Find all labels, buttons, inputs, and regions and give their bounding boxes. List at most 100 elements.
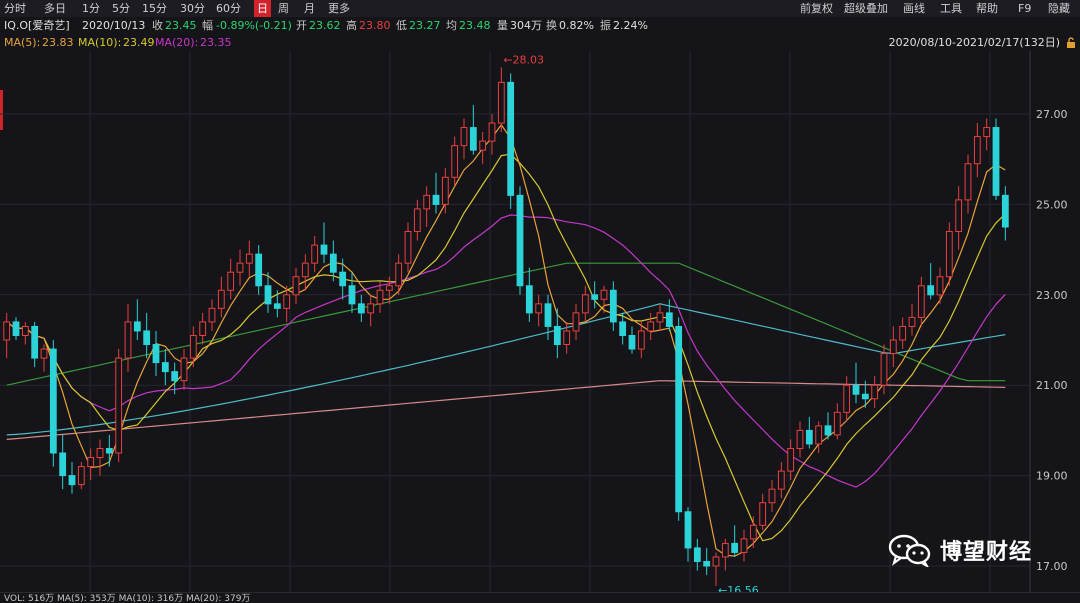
tool-menu-4[interactable]: 帮助 — [976, 0, 998, 17]
candle-body — [348, 285, 356, 305]
candle-body — [721, 542, 729, 558]
amplitude-caption: 振 — [600, 19, 611, 32]
candle-body — [899, 325, 907, 341]
candle-body — [376, 289, 384, 305]
candle-body — [684, 511, 692, 549]
candle-body — [217, 289, 225, 309]
period-tab-8[interactable]: 周 — [278, 0, 289, 17]
candle-body — [525, 285, 533, 314]
candle-body — [843, 384, 851, 413]
candle-body — [861, 393, 869, 400]
candle-body — [96, 447, 104, 459]
candle-body — [3, 321, 11, 341]
tool-menu-0[interactable]: 前复权 — [800, 0, 833, 17]
turnover-caption: 换 — [546, 19, 557, 32]
candle-body — [833, 411, 841, 436]
candle-body — [40, 348, 48, 359]
candle-body — [703, 560, 711, 567]
volume-value: 304万 — [510, 19, 542, 32]
y-tick-label: 27.00 — [1036, 108, 1068, 121]
candle-body — [927, 285, 935, 296]
candlestick-chart: 27.00 25.00 23.00 21.00 19.00 17.00 ←28.03 ←16.… — [0, 51, 1068, 592]
volume-indicator-bar: VOL: 516万 MA(5): 353万 MA(10): 316万 MA(20… — [0, 592, 1080, 603]
date-range-label: 2020/08/10-2021/02/17(132日) — [888, 36, 1060, 49]
period-tab-4[interactable]: 15分 — [142, 0, 167, 17]
candle-body — [77, 466, 85, 486]
period-tab-6[interactable]: 60分 — [216, 0, 241, 17]
candle-body — [964, 163, 972, 201]
candle-body — [516, 194, 524, 287]
ma10-caption: MA(10): — [78, 36, 122, 49]
candle-body — [675, 325, 683, 513]
period-tab-7[interactable]: 日 — [254, 0, 271, 17]
candle-body — [591, 294, 599, 300]
ma5-caption: MA(5): — [4, 36, 41, 49]
avg-caption: 均 — [446, 19, 457, 32]
wechat-icon — [888, 534, 931, 567]
candle-body — [749, 524, 757, 540]
candle-body — [535, 303, 543, 314]
candle-body — [628, 334, 636, 350]
low-caption: 低 — [396, 19, 407, 32]
ma20-value: 23.35 — [200, 36, 232, 49]
ma20-caption: MA(20): — [155, 36, 199, 49]
candle-body — [992, 127, 1000, 196]
candle-body — [973, 136, 981, 165]
candle-body — [49, 348, 57, 454]
change-value: -0.89%(-0.21) — [216, 19, 292, 32]
candle-body — [227, 271, 235, 291]
period-tab-9[interactable]: 月 — [304, 0, 315, 17]
candle-body — [945, 231, 953, 278]
candle-body — [143, 330, 151, 346]
candle-body — [432, 194, 440, 205]
candle-body — [367, 303, 375, 314]
candle-body — [768, 488, 776, 504]
candle-body — [777, 470, 785, 490]
y-tick-label: 25.00 — [1036, 198, 1068, 211]
tool-menu-1[interactable]: 超级叠加 — [844, 0, 888, 17]
candle-body — [665, 312, 673, 327]
y-tick-label: 19.00 — [1036, 470, 1068, 483]
period-tab-1[interactable]: 多日 — [44, 0, 66, 17]
date-label: 2020/10/13 — [82, 19, 146, 32]
candle-body — [787, 447, 795, 472]
period-tab-5[interactable]: 30分 — [180, 0, 205, 17]
period-tab-3[interactable]: 5分 — [112, 0, 130, 17]
candle-body — [796, 429, 804, 449]
candle-body — [824, 425, 832, 436]
lock-icon[interactable] — [1066, 37, 1076, 48]
candle-body — [805, 429, 813, 445]
open-caption: 开 — [296, 19, 307, 32]
y-tick-label: 21.00 — [1036, 379, 1068, 392]
tool-menu-5[interactable]: F9 — [1018, 0, 1031, 17]
candle-body — [264, 285, 272, 305]
candle-body — [133, 321, 141, 332]
candle-body — [917, 285, 925, 318]
tool-menu-3[interactable]: 工具 — [940, 0, 962, 17]
candle-body — [404, 231, 412, 264]
tool-menu-2[interactable]: 画线 — [903, 0, 925, 17]
symbol-label: IQ.O[爱奇艺] — [4, 19, 70, 32]
open-value: 23.62 — [309, 19, 341, 32]
candle-body — [12, 321, 20, 336]
tool-menu-6[interactable]: 隐藏 — [1048, 0, 1070, 17]
candle-body — [908, 316, 916, 327]
high-value: 23.80 — [359, 19, 391, 32]
candle-body — [936, 276, 944, 296]
candle-body — [255, 253, 263, 287]
candle-body — [871, 384, 879, 400]
turnover-value: 0.82% — [559, 19, 594, 32]
quote-info-bar: IQ.O[爱奇艺] 2020/10/13 收 23.45 幅 -0.89%(-0… — [0, 17, 1080, 35]
candle-body — [488, 122, 496, 142]
candle-body — [385, 285, 393, 291]
candle-body — [311, 244, 319, 264]
period-tab-2[interactable]: 1分 — [82, 0, 100, 17]
candle-body — [208, 307, 216, 323]
candle-body — [600, 289, 608, 300]
period-tab-0[interactable]: 分时 — [4, 0, 26, 17]
candle-body — [553, 325, 561, 346]
candle-body — [759, 502, 767, 526]
candle-body — [339, 271, 347, 287]
candle-body — [507, 81, 515, 196]
period-tab-10[interactable]: 更多 — [328, 0, 350, 17]
